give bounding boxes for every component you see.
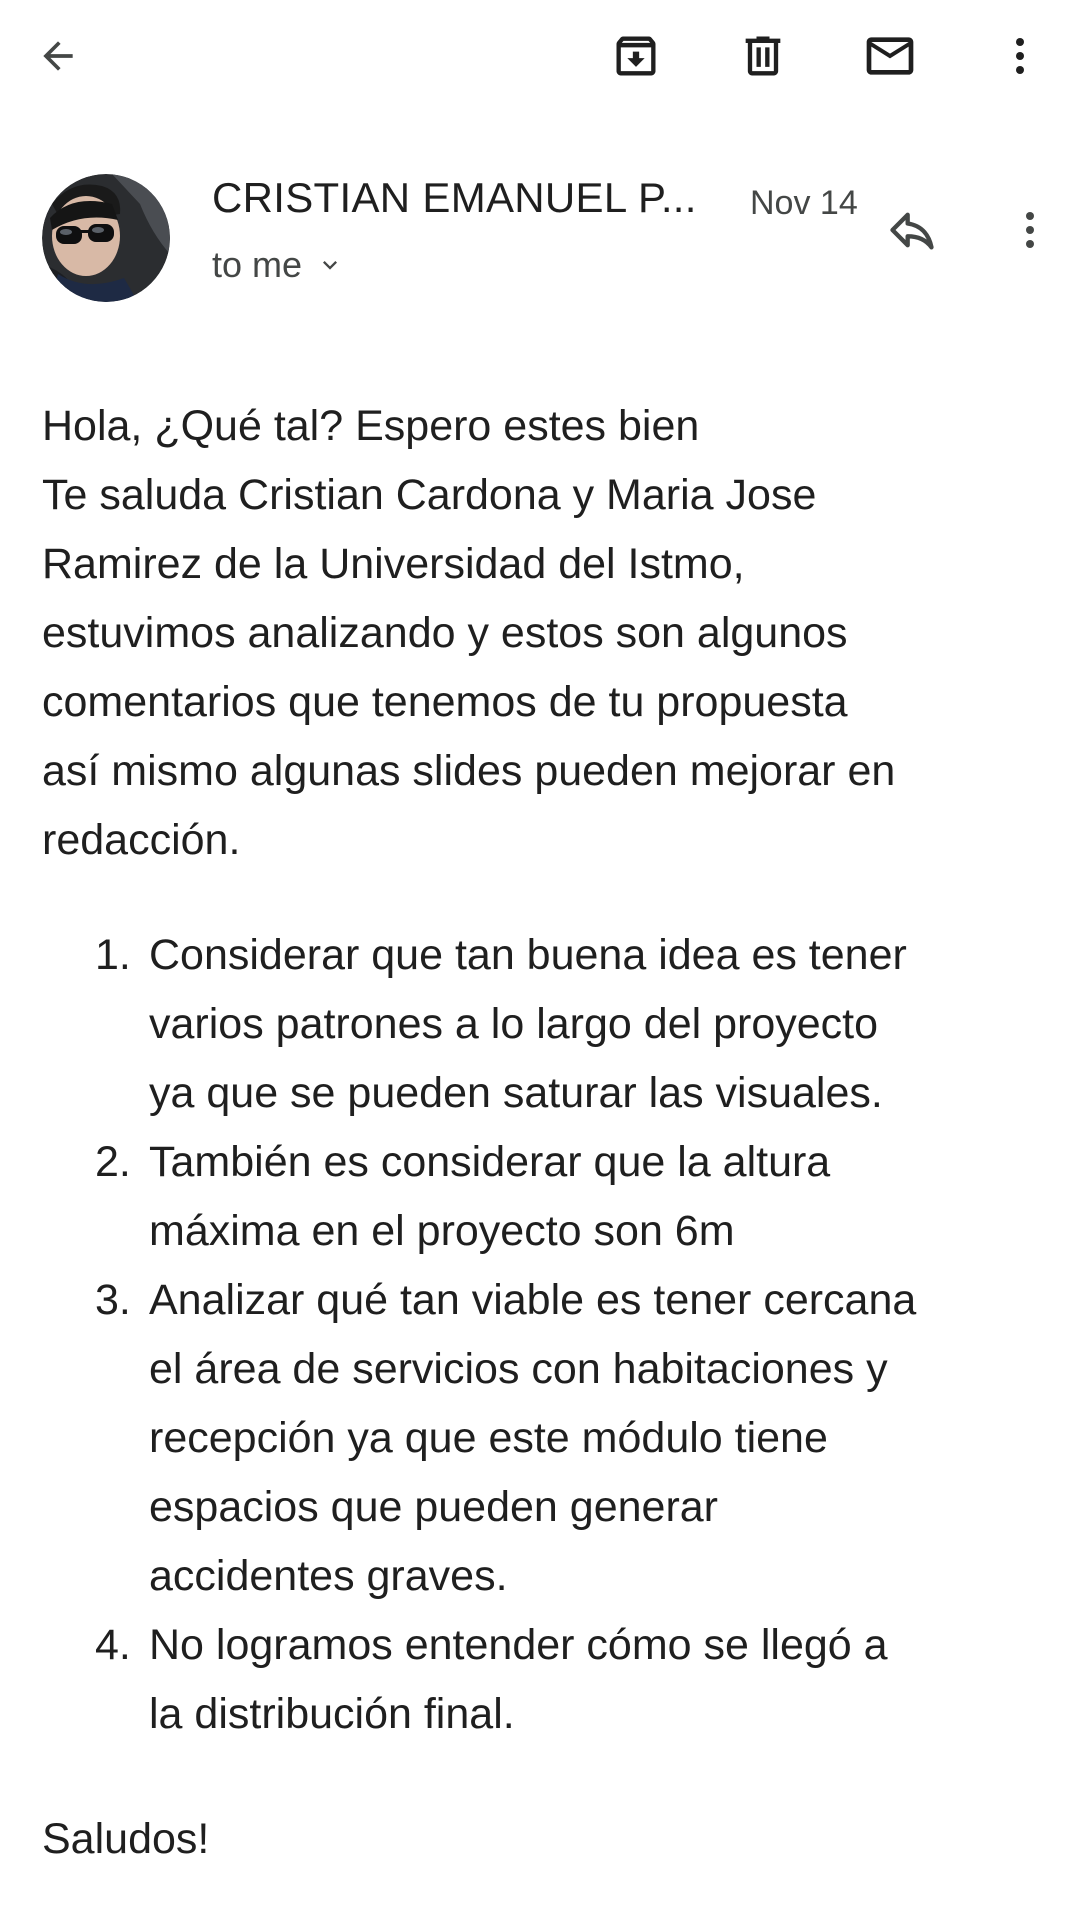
- list-number: 3.: [95, 1276, 131, 1324]
- list-line: recepción ya que este módulo tiene: [149, 1414, 828, 1462]
- mark-unread-button[interactable]: [854, 20, 926, 92]
- list-line: También es considerar que la altura: [149, 1138, 831, 1186]
- trash-icon: [745, 36, 781, 76]
- avatar[interactable]: [42, 174, 170, 302]
- intro-line: así mismo algunas slides pueden mejorar …: [42, 747, 896, 795]
- list-item: 1. Considerar que tan buena idea es tene…: [95, 921, 1052, 1128]
- message-date: Nov 14: [750, 184, 858, 222]
- recipient-label: to me: [212, 244, 303, 285]
- list-line: No logramos entender cómo se llegó a: [149, 1621, 888, 1669]
- top-toolbar: [0, 0, 1080, 112]
- list-line: Considerar que tan buena idea es tener: [149, 931, 907, 979]
- mail-icon: [866, 37, 914, 75]
- more-vert-icon: [1016, 38, 1024, 74]
- intro-line: redacción.: [42, 816, 241, 864]
- message-more-button[interactable]: [994, 194, 1066, 266]
- recipient-details-toggle[interactable]: to me: [212, 244, 344, 286]
- list-line: Analizar qué tan viable es tener cercana: [149, 1276, 917, 1324]
- list-number: 2.: [95, 1138, 131, 1186]
- more-options-button[interactable]: [984, 20, 1056, 92]
- sender-name: CRISTIAN EMANUEL P...: [212, 174, 697, 221]
- list-item: 2. También es considerar que la altura m…: [95, 1128, 1052, 1266]
- message-intro: Hola, ¿Qué tal? Espero estes bien Te sal…: [42, 392, 1052, 875]
- message-header: CRISTIAN EMANUEL P... Nov 14 to me: [0, 170, 1080, 310]
- list-number: 4.: [95, 1621, 131, 1669]
- avatar-photo-icon: [42, 174, 170, 302]
- intro-line: Hola, ¿Qué tal? Espero estes bien: [42, 402, 700, 450]
- list-line: accidentes graves.: [149, 1552, 508, 1600]
- comments-list: 1. Considerar que tan buena idea es tene…: [42, 921, 1052, 1749]
- list-item: 4. No logramos entender cómo se llegó a …: [95, 1611, 1052, 1749]
- delete-button[interactable]: [727, 20, 799, 92]
- intro-line: estuvimos analizando y estos son algunos: [42, 609, 848, 657]
- message-body: Hola, ¿Qué tal? Espero estes bien Te sal…: [42, 392, 1052, 1874]
- back-button[interactable]: [22, 20, 94, 92]
- more-vert-icon: [1026, 212, 1034, 248]
- reply-icon: [890, 212, 934, 250]
- list-number: 1.: [95, 931, 131, 979]
- reply-button[interactable]: [876, 194, 948, 266]
- list-line: ya que se pueden saturar las visuales.: [149, 1069, 883, 1117]
- intro-line: comentarios que tenemos de tu propuesta: [42, 678, 848, 726]
- arrow-back-icon: [43, 41, 73, 71]
- message-closing: Saludos!: [42, 1815, 210, 1863]
- intro-line: Te saluda Cristian Cardona y Maria Jose: [42, 471, 817, 519]
- list-line: espacios que pueden generar: [149, 1483, 718, 1531]
- list-line: la distribución final.: [149, 1690, 515, 1738]
- archive-icon: [616, 36, 656, 76]
- list-item: 3. Analizar qué tan viable es tener cerc…: [95, 1266, 1052, 1611]
- chevron-down-icon: [323, 261, 338, 270]
- list-line: varios patrones a lo largo del proyecto: [149, 1000, 879, 1048]
- intro-line: Ramirez de la Universidad del Istmo,: [42, 540, 745, 588]
- list-line: el área de servicios con habitaciones y: [149, 1345, 888, 1393]
- archive-button[interactable]: [600, 20, 672, 92]
- list-line: máxima en el proyecto son 6m: [149, 1207, 735, 1255]
